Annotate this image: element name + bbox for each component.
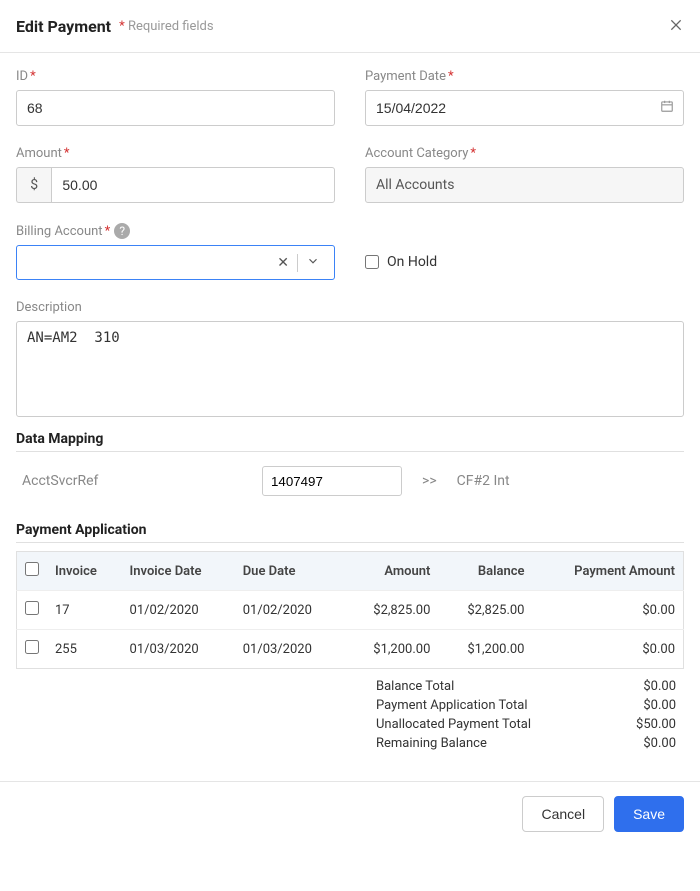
unallocated-total-label: Unallocated Payment Total [376, 717, 576, 732]
cell-invoice: 17 [47, 591, 122, 630]
payment-application-heading: Payment Application [16, 522, 684, 543]
cell-payment-amount: $0.00 [533, 630, 684, 669]
balance-total-label: Balance Total [376, 679, 576, 694]
cell-payment-amount: $0.00 [533, 591, 684, 630]
billing-account-label: Billing Account* ? [16, 223, 335, 239]
table-row: 25501/03/202001/03/2020$1,200.00$1,200.0… [17, 630, 684, 669]
close-icon[interactable] [668, 14, 684, 38]
cell-balance: $1,200.00 [438, 630, 532, 669]
id-input[interactable] [16, 90, 335, 126]
datamap-target-label: CF#2 Int [457, 473, 510, 489]
billing-account-input[interactable] [25, 246, 271, 279]
calendar-icon[interactable] [660, 99, 674, 117]
description-input[interactable] [16, 321, 684, 417]
col-invoice-date: Invoice Date [122, 552, 235, 591]
cell-invoice-date: 01/03/2020 [122, 630, 235, 669]
save-button[interactable]: Save [614, 796, 684, 832]
cell-balance: $2,825.00 [438, 591, 532, 630]
col-invoice: Invoice [47, 552, 122, 591]
modal-footer: Cancel Save [0, 781, 700, 846]
billing-account-combo[interactable]: ✕ [16, 245, 335, 280]
datamap-arrow-icon: >> [422, 473, 437, 489]
datamap-source-input[interactable] [262, 466, 402, 496]
cell-due-date: 01/03/2020 [235, 630, 345, 669]
cell-invoice-date: 01/02/2020 [122, 591, 235, 630]
combo-separator [297, 254, 298, 272]
payment-application-table: Invoice Invoice Date Due Date Amount Bal… [16, 551, 684, 669]
amount-label: Amount* [16, 146, 335, 161]
payment-app-total-label: Payment Application Total [376, 698, 576, 713]
clear-icon[interactable]: ✕ [271, 255, 295, 271]
payment-date-label: Payment Date* [365, 69, 684, 84]
unallocated-total-value: $50.00 [576, 717, 676, 732]
form-body: ID* Payment Date* Amount* $ Account Cate… [0, 53, 700, 781]
modal-title: Edit Payment [16, 17, 111, 36]
data-mapping-heading: Data Mapping [16, 431, 684, 452]
required-hint: * Required fields [119, 19, 214, 34]
select-all-checkbox[interactable] [25, 562, 39, 576]
cell-due-date: 01/02/2020 [235, 591, 345, 630]
cell-invoice: 255 [47, 630, 122, 669]
payment-date-input[interactable] [365, 90, 684, 126]
row-checkbox[interactable] [25, 601, 39, 615]
account-category-label: Account Category* [365, 146, 684, 161]
on-hold-label: On Hold [387, 254, 437, 270]
amount-input[interactable] [51, 167, 335, 203]
currency-symbol: $ [16, 167, 51, 203]
remaining-balance-value: $0.00 [576, 736, 676, 751]
col-balance: Balance [438, 552, 532, 591]
totals-block: Balance Total$0.00 Payment Application T… [16, 677, 684, 753]
row-checkbox[interactable] [25, 640, 39, 654]
table-row: 1701/02/202001/02/2020$2,825.00$2,825.00… [17, 591, 684, 630]
help-icon[interactable]: ? [114, 223, 130, 239]
remaining-balance-label: Remaining Balance [376, 736, 576, 751]
id-label: ID* [16, 69, 335, 84]
chevron-down-icon[interactable] [300, 254, 326, 272]
on-hold-checkbox[interactable] [365, 255, 379, 269]
account-category-field[interactable]: All Accounts [365, 167, 684, 203]
cancel-button[interactable]: Cancel [522, 796, 604, 832]
col-amount: Amount [344, 552, 438, 591]
datamap-source-label: AcctSvcrRef [22, 473, 242, 489]
description-label: Description [16, 300, 684, 315]
cell-amount: $2,825.00 [344, 591, 438, 630]
payment-app-total-value: $0.00 [576, 698, 676, 713]
modal-header: Edit Payment * Required fields [0, 0, 700, 53]
on-hold-spacer [365, 223, 684, 238]
col-payment-amount: Payment Amount [533, 552, 684, 591]
balance-total-value: $0.00 [576, 679, 676, 694]
cell-amount: $1,200.00 [344, 630, 438, 669]
col-due-date: Due Date [235, 552, 345, 591]
